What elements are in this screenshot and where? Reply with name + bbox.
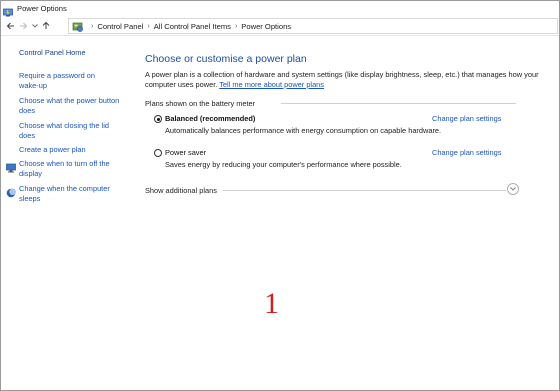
- sidebar-item-label: wake-up: [19, 80, 47, 90]
- forward-arrow-icon[interactable]: [17, 18, 30, 34]
- sidebar: Control Panel Home Require a password on…: [1, 37, 136, 390]
- breadcrumb-separator: ›: [91, 22, 94, 30]
- monitor-icon: [6, 160, 16, 173]
- tell-me-more-link[interactable]: Tell me more about power plans: [219, 80, 324, 89]
- window-title: Power Options: [17, 4, 67, 13]
- sidebar-item-power-button[interactable]: Choose what the power button does: [19, 96, 119, 115]
- navigation-bar: › Control Panel › All Control Panel Item…: [1, 16, 559, 36]
- chevron-down-icon[interactable]: [30, 18, 39, 34]
- sidebar-item-label: Change when the computer: [19, 184, 110, 193]
- sidebar-item-label: Create a power plan: [19, 145, 86, 154]
- up-arrow-icon[interactable]: [39, 18, 52, 34]
- show-additional-plans-label[interactable]: Show additional plans: [145, 186, 217, 195]
- balanced-plan-description: Automatically balances performance with …: [165, 126, 442, 135]
- power-saver-change-settings-link[interactable]: Change plan settings: [432, 148, 501, 157]
- page-description: A power plan is a collection of hardware…: [145, 70, 545, 89]
- main-content: Choose or customise a power plan A power…: [136, 37, 558, 390]
- sidebar-item-require-password[interactable]: Require a password on wake-up: [19, 71, 95, 90]
- description-text: A power plan is a collection of hardware…: [145, 70, 539, 89]
- balanced-change-settings-link[interactable]: Change plan settings: [432, 114, 501, 123]
- sidebar-item-turn-off-display[interactable]: Choose when to turn off the display: [19, 159, 110, 178]
- section-divider: [281, 103, 516, 104]
- sidebar-item-label: sleeps: [19, 193, 41, 203]
- breadcrumb-separator[interactable]: ›: [147, 23, 149, 30]
- power-saver-plan-name[interactable]: Power saver: [165, 148, 206, 157]
- section-label: Plans shown on the battery meter: [145, 99, 256, 108]
- page-title: Choose or customise a power plan: [145, 53, 307, 65]
- sidebar-item-create-plan[interactable]: Create a power plan: [19, 145, 86, 155]
- sidebar-item-label: Choose what closing the lid: [19, 121, 109, 130]
- sidebar-item-computer-sleeps[interactable]: Change when the computer sleeps: [19, 184, 110, 203]
- sidebar-item-label: display: [19, 168, 43, 178]
- sidebar-item-label: Require a password on: [19, 71, 96, 80]
- breadcrumb-all-items[interactable]: All Control Panel Items: [154, 22, 231, 31]
- sidebar-item-closing-lid[interactable]: Choose what closing the lid does: [19, 121, 109, 140]
- chevron-down-circle-icon[interactable]: [507, 183, 519, 195]
- power-options-window: Power Options › Control Panel › All Cont…: [0, 0, 560, 391]
- control-panel-icon: [72, 20, 84, 32]
- breadcrumb-separator[interactable]: ›: [235, 23, 237, 30]
- sidebar-item-label: Choose when to turn off the: [19, 159, 110, 168]
- sidebar-home-link[interactable]: Control Panel Home: [19, 48, 86, 58]
- sidebar-item-label: does: [19, 105, 36, 115]
- moon-icon: [6, 185, 16, 198]
- balanced-plan-radio[interactable]: [154, 115, 162, 123]
- breadcrumb-control-panel[interactable]: Control Panel: [97, 22, 143, 31]
- power-saver-plan-radio[interactable]: [154, 149, 162, 157]
- back-arrow-icon[interactable]: [4, 18, 17, 34]
- power-saver-plan-description: Saves energy by reducing your computer's…: [165, 160, 402, 169]
- title-bar: Power Options: [1, 1, 559, 17]
- annotation-number: 1: [264, 287, 279, 320]
- balanced-plan-name[interactable]: Balanced (recommended): [165, 114, 255, 123]
- power-options-icon: [3, 4, 13, 17]
- sidebar-item-label: Choose what the power button: [19, 96, 120, 105]
- additional-plans-divider: [223, 190, 506, 191]
- sidebar-item-label: does: [19, 130, 36, 140]
- breadcrumb-power-options[interactable]: Power Options: [241, 22, 291, 31]
- address-bar[interactable]: › Control Panel › All Control Panel Item…: [68, 18, 558, 34]
